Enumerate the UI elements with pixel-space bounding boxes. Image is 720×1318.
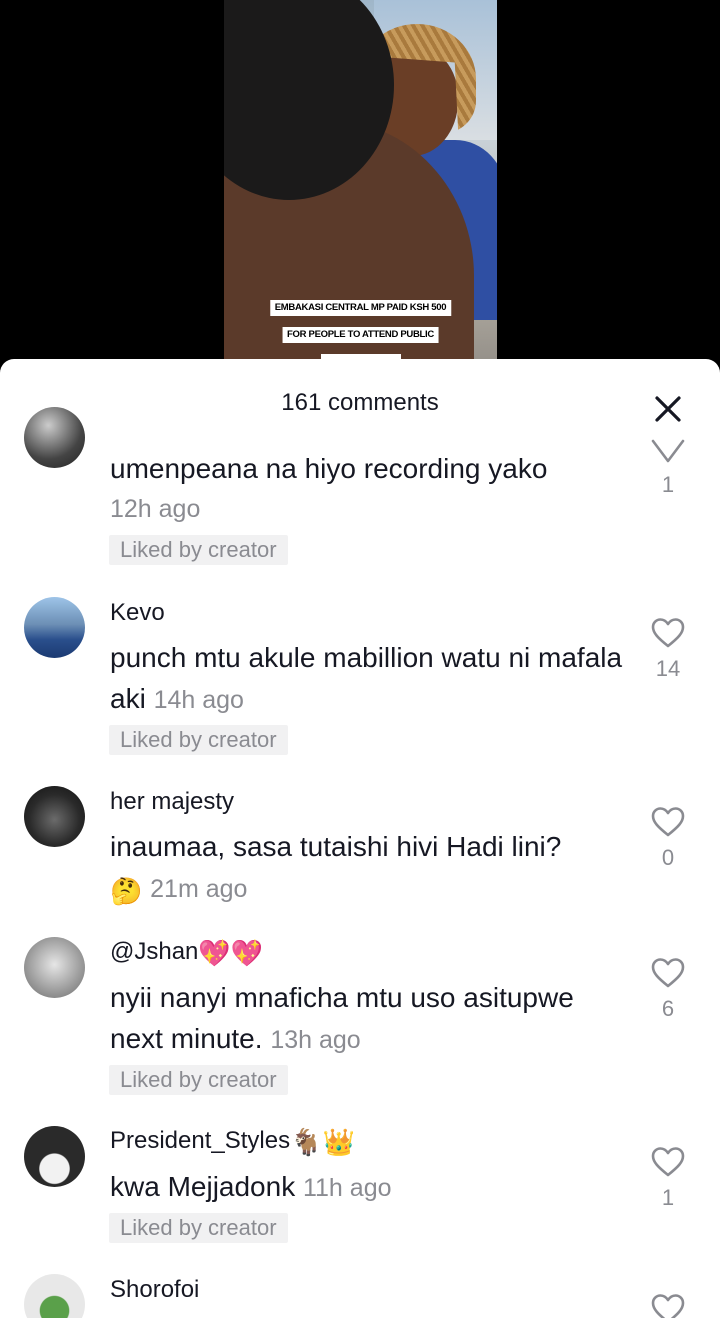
like-button[interactable]: 1 bbox=[640, 437, 696, 498]
comment-username[interactable]: her majesty bbox=[110, 788, 234, 816]
comment-text: punch mtu akule mabillion watu ni mafala… bbox=[110, 642, 623, 714]
comment-text: nyii nanyi mnaficha mtu uso asitupwe nex… bbox=[110, 982, 574, 1054]
heart-icon bbox=[651, 1147, 685, 1177]
like-button[interactable] bbox=[640, 1293, 696, 1318]
liked-by-creator-badge: Liked by creator bbox=[109, 1065, 288, 1095]
video-frame: EMBAKASI CENTRAL MP PAID KSH 500 FOR PEO… bbox=[224, 0, 497, 380]
comment-username[interactable]: Shorofoi bbox=[110, 1276, 199, 1304]
close-icon bbox=[655, 396, 681, 422]
avatar[interactable] bbox=[24, 786, 85, 847]
like-count: 14 bbox=[655, 656, 681, 681]
avatar[interactable] bbox=[24, 407, 85, 468]
video-caption-line-2: FOR PEOPLE TO ATTEND PUBLIC bbox=[282, 327, 439, 343]
avatar[interactable] bbox=[24, 1126, 85, 1187]
comment-time: 14h ago bbox=[153, 686, 244, 714]
like-count: 1 bbox=[661, 1185, 675, 1210]
like-count: 1 bbox=[661, 472, 675, 497]
close-button[interactable] bbox=[648, 389, 688, 429]
comments-header: 161 comments bbox=[0, 359, 720, 445]
comment-username[interactable]: @Jshan💖💖 bbox=[110, 938, 263, 966]
comments-count-title: 161 comments bbox=[281, 389, 439, 416]
video-player[interactable]: EMBAKASI CENTRAL MP PAID KSH 500 FOR PEO… bbox=[0, 0, 720, 380]
like-button[interactable]: 6 bbox=[640, 957, 696, 1022]
comment-username[interactable]: Kevo bbox=[110, 599, 165, 627]
heart-icon bbox=[651, 807, 685, 837]
heart-icon bbox=[651, 1294, 685, 1318]
like-count: 0 bbox=[661, 845, 675, 870]
heart-icon bbox=[651, 958, 685, 988]
thinking-emoji-icon: 🤔 bbox=[110, 876, 143, 906]
liked-by-creator-badge: Liked by creator bbox=[109, 1213, 288, 1243]
like-button[interactable]: 0 bbox=[640, 806, 696, 871]
liked-by-creator-badge: Liked by creator bbox=[109, 535, 288, 565]
goat-crown-emoji-icon: 🐐👑 bbox=[290, 1127, 355, 1157]
comment-text: inaumaa, sasa tutaishi hivi Hadi lini? 🤔 … bbox=[110, 831, 562, 906]
like-count: 6 bbox=[661, 996, 675, 1021]
comment-time: 13h ago bbox=[270, 1026, 361, 1054]
heart-icon bbox=[651, 618, 685, 648]
video-caption-line-1: EMBAKASI CENTRAL MP PAID KSH 500 bbox=[269, 300, 452, 316]
sparkling-heart-emoji-icon: 💖💖 bbox=[198, 938, 264, 968]
liked-by-creator-badge: Liked by creator bbox=[109, 725, 288, 755]
comment-text: kwa Mejjadonk 11h ago bbox=[110, 1171, 392, 1202]
avatar[interactable] bbox=[24, 597, 85, 658]
comment-time: 12h ago bbox=[110, 495, 201, 523]
heart-icon bbox=[651, 439, 685, 463]
comment-time: 11h ago bbox=[302, 1174, 392, 1202]
comment-username[interactable]: President_Styles🐐👑 bbox=[110, 1127, 355, 1155]
comments-sheet: 161 comments umenpeana na hiyo recording… bbox=[0, 359, 720, 1318]
like-button[interactable]: 14 bbox=[640, 617, 696, 682]
like-button[interactable]: 1 bbox=[640, 1146, 696, 1211]
avatar[interactable] bbox=[24, 1274, 85, 1318]
comment-text: umenpeana na hiyo recording yako bbox=[110, 453, 548, 484]
comment-time: 21m ago bbox=[150, 875, 248, 903]
avatar[interactable] bbox=[24, 937, 85, 998]
